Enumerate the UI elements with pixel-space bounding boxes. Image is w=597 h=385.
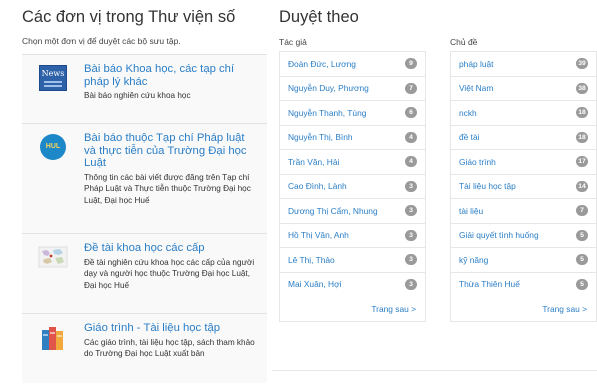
facet-label[interactable]: Đoàn Đức, Lương — [288, 59, 356, 69]
facet-label[interactable]: Nguyễn Duy, Phương — [288, 83, 369, 93]
subject-facet[interactable]: đề tài 18 — [450, 124, 597, 149]
community-thumb[interactable] — [22, 322, 84, 377]
community-thumb[interactable] — [22, 242, 84, 307]
author-facet[interactable]: Nguyễn Thị, Bình 4 — [279, 124, 426, 149]
facet-label[interactable]: Tài liệu học tập — [459, 181, 516, 191]
facet-label[interactable]: Dương Thị Cẩm, Nhung — [288, 206, 378, 216]
subject-facet[interactable]: Tài liệu học tập 14 — [450, 173, 597, 198]
count-badge: 4 — [405, 131, 417, 143]
count-badge: 5 — [576, 278, 588, 290]
count-badge: 5 — [576, 229, 588, 241]
facet-label[interactable]: Giải quyết tình huống — [459, 230, 539, 240]
author-facet[interactable]: Lê Thị, Thảo 3 — [279, 247, 426, 272]
facet-label[interactable]: Cao Đình, Lành — [288, 181, 347, 191]
author-facet[interactable]: Hồ Thị Vân, Anh 3 — [279, 222, 426, 247]
count-badge: 3 — [405, 278, 417, 290]
count-badge: 7 — [405, 82, 417, 94]
community-item[interactable]: Đề tài khoa học các cấp Đề tài nghiên cứ… — [22, 233, 267, 313]
facet-label[interactable]: Việt Nam — [459, 83, 493, 93]
community-thumb[interactable]: News — [22, 63, 84, 117]
facet-label[interactable]: Nguyễn Thị, Bình — [288, 132, 353, 142]
hul-logo-icon: HUL — [40, 134, 66, 160]
subject-facet[interactable]: Việt Nam 38 — [450, 75, 597, 100]
count-badge: 14 — [576, 180, 588, 192]
facet-label[interactable]: kỹ năng — [459, 255, 488, 265]
communities-panel: Các đơn vị trong Thư viện số Chọn một đơ… — [22, 8, 267, 383]
authors-next-link[interactable]: Trang sau > — [279, 296, 426, 322]
facet-label[interactable]: Giáo trình — [459, 157, 496, 167]
community-list: News Bài báo Khoa học, các tạp chí pháp … — [22, 54, 267, 383]
community-title[interactable]: Bài báo thuộc Tạp chí Pháp luật và thực … — [84, 132, 259, 170]
author-facet[interactable]: Trần Văn, Hải 4 — [279, 149, 426, 174]
count-badge: 18 — [576, 131, 588, 143]
community-desc: Thông tin các bài viết được đăng trên Tạ… — [84, 172, 251, 205]
divider — [272, 370, 597, 371]
count-badge: 3 — [405, 180, 417, 192]
community-thumb[interactable]: HUL — [22, 132, 84, 227]
subjects-next-link[interactable]: Trang sau > — [450, 296, 597, 322]
community-desc: Các giáo trình, tài liệu học tập, sách t… — [84, 337, 255, 359]
community-desc: Đề tài nghiên cứu khoa học các cấp của n… — [84, 257, 255, 290]
community-title[interactable]: Bài báo Khoa học, các tạp chí pháp lý kh… — [84, 63, 259, 88]
subject-facet[interactable]: kỹ năng 5 — [450, 247, 597, 272]
community-title[interactable]: Giáo trình - Tài liệu học tập — [84, 322, 259, 335]
facet-label[interactable]: Hồ Thị Vân, Anh — [288, 230, 349, 240]
community-item[interactable]: HUL Bài báo thuộc Tạp chí Pháp luật và t… — [22, 123, 267, 233]
subject-facet[interactable]: Giáo trình 17 — [450, 149, 597, 174]
communities-title: Các đơn vị trong Thư viện số — [22, 8, 236, 26]
facet-label[interactable]: Thừa Thiên Huế — [459, 279, 520, 289]
browse-authors: Tác giả Đoàn Đức, Lương 9 Nguyễn Duy, Phư… — [279, 37, 426, 322]
browse-subjects: Chủ đề pháp luật 39 Việt Nam 38 nckh 18 đề … — [450, 37, 597, 322]
subject-facet[interactable]: Thừa Thiên Huế 5 — [450, 271, 597, 296]
author-facet[interactable]: Mai Xuân, Hợi 3 — [279, 271, 426, 296]
author-facet[interactable]: Dương Thị Cẩm, Nhung 3 — [279, 198, 426, 223]
author-facet[interactable]: Nguyễn Thanh, Tùng 6 — [279, 100, 426, 125]
news-icon: News — [39, 65, 67, 91]
count-badge: 4 — [405, 156, 417, 168]
count-badge: 7 — [576, 205, 588, 217]
count-badge: 39 — [576, 58, 588, 70]
count-badge: 5 — [576, 254, 588, 266]
facet-label[interactable]: Mai Xuân, Hợi — [288, 279, 341, 289]
author-facet[interactable]: Cao Đình, Lành 3 — [279, 173, 426, 198]
facet-label[interactable]: đề tài — [459, 132, 480, 142]
facet-label[interactable]: nckh — [459, 108, 477, 118]
facet-label[interactable]: tài liệu — [459, 206, 483, 216]
browse-title: Duyệt theo — [279, 8, 359, 26]
facet-label[interactable]: Trần Văn, Hải — [288, 157, 339, 167]
communities-subtitle: Chọn một đơn vị để duyệt các bộ sưu tập. — [22, 36, 181, 46]
subject-facet[interactable]: nckh 18 — [450, 100, 597, 125]
facet-label[interactable]: Lê Thị, Thảo — [288, 255, 335, 265]
author-facet[interactable]: Nguyễn Duy, Phương 7 — [279, 75, 426, 100]
browse-panel: Duyệt theo Tác giả Đoàn Đức, Lương 9 Nguy… — [279, 8, 597, 322]
facet-label[interactable]: pháp luật — [459, 59, 493, 69]
count-badge: 9 — [405, 58, 417, 70]
books-icon — [42, 327, 63, 350]
subject-facet[interactable]: pháp luật 39 — [450, 51, 597, 76]
count-badge: 3 — [405, 205, 417, 217]
facet-label[interactable]: Nguyễn Thanh, Tùng — [288, 108, 366, 118]
community-title[interactable]: Đề tài khoa học các cấp — [84, 242, 259, 255]
community-desc: Bài báo nghiên cứu khoa học — [84, 91, 191, 100]
map-icon — [38, 246, 68, 268]
count-badge: 3 — [405, 229, 417, 241]
community-item[interactable]: News Bài báo Khoa học, các tạp chí pháp … — [22, 54, 267, 123]
count-badge: 17 — [576, 156, 588, 168]
community-item[interactable]: Giáo trình - Tài liệu học tập Các giáo t… — [22, 313, 267, 383]
count-badge: 38 — [576, 82, 588, 94]
count-badge: 6 — [405, 107, 417, 119]
count-badge: 3 — [405, 254, 417, 266]
author-facet[interactable]: Đoàn Đức, Lương 9 — [279, 51, 426, 76]
subject-facet[interactable]: tài liệu 7 — [450, 198, 597, 223]
authors-heading: Tác giả — [279, 37, 307, 47]
subject-facet[interactable]: Giải quyết tình huống 5 — [450, 222, 597, 247]
subjects-heading: Chủ đề — [450, 37, 478, 47]
count-badge: 18 — [576, 107, 588, 119]
